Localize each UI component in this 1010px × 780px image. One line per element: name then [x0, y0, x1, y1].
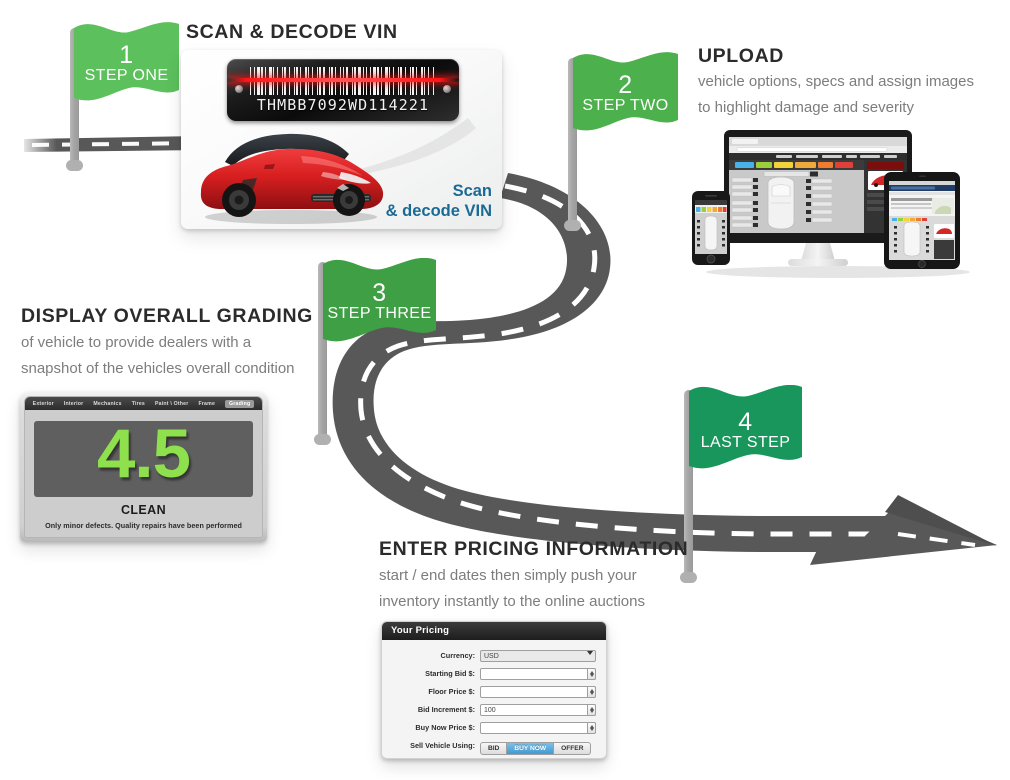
pricing-row-sell-using: Sell Vehicle Using: BID BUY NOW OFFER: [392, 737, 596, 755]
vin-number-text: THMBB7092WD114221: [256, 96, 430, 114]
pricing-row-bid-increment: Bid Increment $: 100: [392, 702, 596, 717]
grading-tab-paint-other[interactable]: Paint \ Other: [155, 401, 188, 407]
step-flag-2[interactable]: 2 STEP TWO: [573, 52, 678, 142]
step-3-body-line-2: snapshot of the vehicles overall conditi…: [21, 359, 295, 377]
flag-pole-foot-4: [680, 572, 697, 583]
scan-label-line-2: & decode VIN: [385, 201, 492, 220]
sell-option-buy-now[interactable]: BUY NOW: [507, 741, 555, 755]
step-4-body: start / end dates then simply push your …: [379, 563, 645, 615]
sell-method-segmented-control: BID BUY NOW OFFER: [480, 737, 596, 755]
step-3-heading: DISPLAY OVERALL GRADING: [21, 305, 313, 327]
floor-price-input[interactable]: [480, 685, 596, 698]
label-bid-increment: Bid Increment $:: [417, 705, 475, 714]
step-4-body-line-1: start / end dates then simply push your: [379, 567, 637, 584]
sell-option-bid[interactable]: BID: [480, 741, 508, 755]
plate-screw-left: [235, 85, 243, 93]
flag-pole-foot-1: [66, 160, 83, 171]
flag-pole-foot-3: [314, 434, 331, 445]
grading-note-text: Only minor defects. Quality repairs have…: [45, 521, 242, 530]
grading-status-label: CLEAN: [120, 503, 167, 517]
buy-now-price-stepper[interactable]: [587, 721, 596, 734]
pointer-hand-icon: [513, 758, 527, 759]
grading-tab-grading[interactable]: Grading: [225, 399, 255, 408]
step-2-body-line-1: vehicle options, specs and assign images: [698, 73, 974, 90]
infographic-canvas: 1 STEP ONE 2 STEP TWO 3 STEP THREE 4 LAS…: [0, 0, 1010, 780]
desktop-monitor-icon: [724, 130, 912, 266]
vin-barcode-plate: THMBB7092WD114221: [227, 59, 459, 121]
bid-increment-input[interactable]: 100: [480, 703, 596, 716]
floor-price-stepper[interactable]: [587, 685, 596, 698]
grading-tab-bar: Exterior Interior Mechanics Tires Paint …: [25, 397, 262, 410]
label-sell-vehicle-using: Sell Vehicle Using:: [410, 741, 475, 750]
pricing-window-title: Your Pricing: [382, 622, 606, 640]
starting-bid-input[interactable]: [480, 667, 596, 680]
grading-tab-exterior[interactable]: Exterior: [33, 401, 54, 407]
buy-now-price-input[interactable]: [480, 721, 596, 734]
grading-display-device: Exterior Interior Mechanics Tires Paint …: [20, 392, 267, 542]
label-currency: Currency:: [440, 651, 475, 660]
step-1-heading: SCAN & DECODE VIN: [186, 21, 398, 43]
step-flag-4[interactable]: 4 LAST STEP: [689, 385, 802, 481]
step-flag-1[interactable]: 1 STEP ONE: [74, 22, 179, 112]
sports-car-icon: [200, 133, 384, 224]
smartphone-icon: [692, 191, 730, 265]
bid-increment-stepper[interactable]: [587, 703, 596, 716]
grading-tab-tires[interactable]: Tires: [132, 401, 145, 407]
pricing-row-buy-now-price: Buy Now Price $:: [392, 720, 596, 735]
grading-score-value: 4.5: [97, 415, 191, 492]
starting-bid-stepper[interactable]: [587, 667, 596, 680]
tablet-icon: [884, 172, 960, 269]
grading-score-panel: 4.5: [34, 415, 253, 497]
label-starting-bid: Starting Bid $:: [425, 669, 475, 678]
grading-tab-interior[interactable]: Interior: [64, 401, 83, 407]
laser-scan-line-icon: [227, 78, 459, 82]
pricing-row-currency: Currency: USD: [392, 648, 596, 663]
scan-decode-label: Scan & decode VIN: [386, 181, 492, 221]
grading-tab-mechanics[interactable]: Mechanics: [93, 401, 121, 407]
sell-option-offer[interactable]: OFFER: [554, 741, 592, 755]
step-flag-3[interactable]: 3 STEP THREE: [323, 258, 436, 354]
pricing-row-starting-bid: Starting Bid $:: [392, 666, 596, 681]
grading-tab-frame[interactable]: Frame: [198, 401, 215, 407]
pricing-window: Your Pricing Currency: USD Starting Bid …: [381, 621, 607, 759]
label-floor-price: Floor Price $:: [428, 687, 475, 696]
step-2-body: vehicle options, specs and assign images…: [698, 69, 974, 121]
step-3-body-line-1: of vehicle to provide dealers with a: [21, 334, 252, 351]
chevron-down-icon: [587, 651, 593, 655]
scan-label-line-1: Scan: [452, 181, 492, 200]
plate-screw-right: [443, 85, 451, 93]
device-mockups-group: [692, 130, 970, 278]
step-2-body-line-2: to highlight damage and severity: [698, 98, 914, 116]
step-4-body-line-2: inventory instantly to the online auctio…: [379, 592, 645, 610]
vin-scan-card: THMBB7092WD114221 Scan & decode VIN: [181, 50, 502, 229]
pricing-row-floor-price: Floor Price $:: [392, 684, 596, 699]
flag-pole-foot-2: [564, 220, 581, 231]
step-3-body: of vehicle to provide dealers with a sna…: [21, 330, 295, 382]
label-buy-now-price: Buy Now Price $:: [415, 723, 475, 732]
currency-select[interactable]: USD: [480, 649, 596, 662]
step-2-heading: UPLOAD: [698, 45, 784, 67]
step-4-heading: ENTER PRICING INFORMATION: [379, 538, 689, 560]
